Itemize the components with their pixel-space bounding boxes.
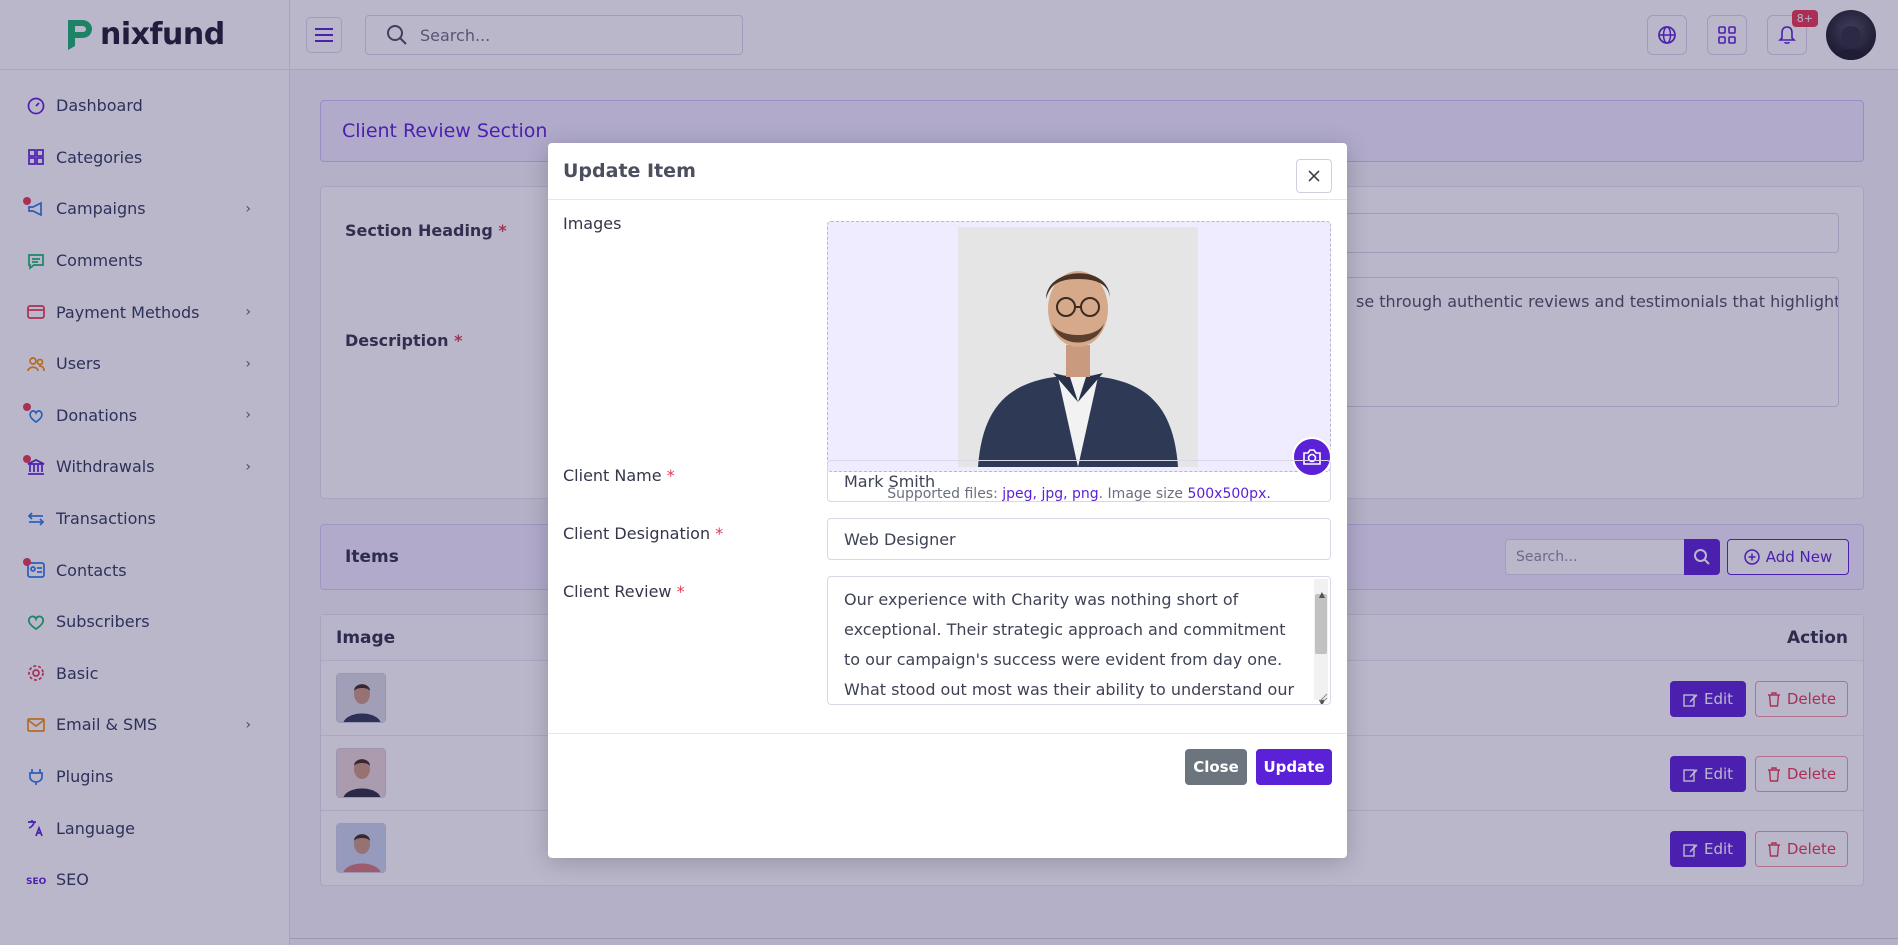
image-upload-zone[interactable] bbox=[827, 221, 1332, 477]
client-review-text: Our experience with Charity was nothing … bbox=[844, 590, 1295, 699]
client-designation-input[interactable]: Web Designer bbox=[827, 518, 1331, 560]
resize-grip-icon[interactable] bbox=[1318, 692, 1328, 702]
client-photo bbox=[958, 227, 1198, 467]
client-portrait-icon bbox=[958, 227, 1198, 467]
scroll-up-icon[interactable]: ▲ bbox=[1319, 580, 1325, 610]
close-button[interactable]: Close bbox=[1185, 749, 1247, 785]
close-icon bbox=[1308, 170, 1320, 182]
client-name-input[interactable]: Mark Smith bbox=[827, 460, 1331, 502]
modal-body: Images Supported files: jpeg, jpg, png. … bbox=[548, 200, 1347, 790]
client-review-label: Client Review * bbox=[563, 582, 685, 601]
modal-title: Update Item bbox=[563, 160, 696, 182]
client-review-textarea[interactable]: Our experience with Charity was nothing … bbox=[827, 576, 1331, 705]
client-name-label: Client Name * bbox=[563, 466, 675, 485]
update-button[interactable]: Update bbox=[1256, 749, 1332, 785]
modal-header: Update Item bbox=[548, 143, 1347, 200]
client-designation-label: Client Designation * bbox=[563, 524, 724, 543]
update-item-modal: Update Item Images Supported files: jpeg… bbox=[548, 143, 1347, 858]
modal-close-button[interactable] bbox=[1296, 159, 1332, 193]
images-label: Images bbox=[563, 214, 622, 233]
modal-footer: Close Update bbox=[548, 733, 1347, 801]
